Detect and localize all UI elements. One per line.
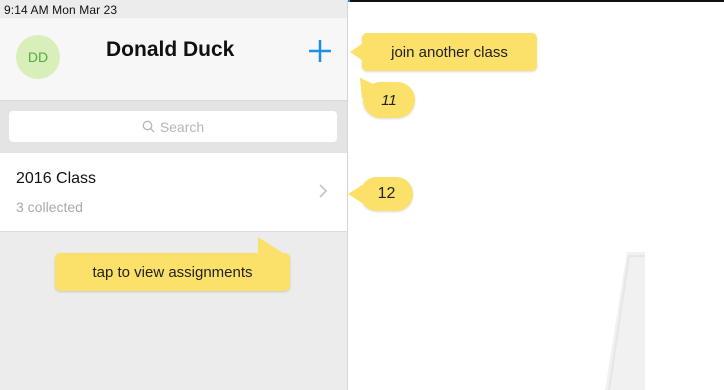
callout-text: tap to view assignments bbox=[92, 263, 253, 281]
avatar[interactable]: DD bbox=[16, 35, 60, 79]
class-name: 2016 Class bbox=[16, 170, 97, 187]
callout-pointer bbox=[350, 43, 363, 61]
search-area: Search bbox=[0, 101, 347, 153]
step-number: 12 bbox=[377, 185, 396, 202]
step-11-callout: 11 bbox=[351, 71, 415, 118]
watermark-logo bbox=[605, 252, 645, 390]
callout-pointer bbox=[351, 71, 379, 99]
chevron-right-icon bbox=[319, 184, 328, 198]
search-placeholder: Search bbox=[159, 118, 205, 135]
sidebar-header: DD Donald Duck bbox=[0, 18, 347, 101]
search-icon bbox=[142, 120, 155, 133]
user-name: Donald Duck bbox=[106, 38, 235, 61]
plus-icon[interactable] bbox=[307, 38, 333, 64]
status-bar: 9:14 AM Mon Mar 23 bbox=[4, 3, 118, 17]
tap-assignments-callout: tap to view assignments bbox=[55, 237, 290, 291]
callout-pointer bbox=[348, 185, 362, 203]
step-12-callout: 12 bbox=[348, 177, 413, 211]
list-item[interactable]: 2016 Class 3 collected bbox=[0, 153, 347, 232]
callout-pointer bbox=[258, 237, 286, 255]
class-collected-count: 3 collected bbox=[16, 199, 83, 215]
step-number: 11 bbox=[381, 91, 397, 109]
callout-text: join another class bbox=[391, 43, 508, 61]
join-class-callout: join another class bbox=[350, 33, 537, 71]
search-input[interactable]: Search bbox=[9, 111, 337, 142]
